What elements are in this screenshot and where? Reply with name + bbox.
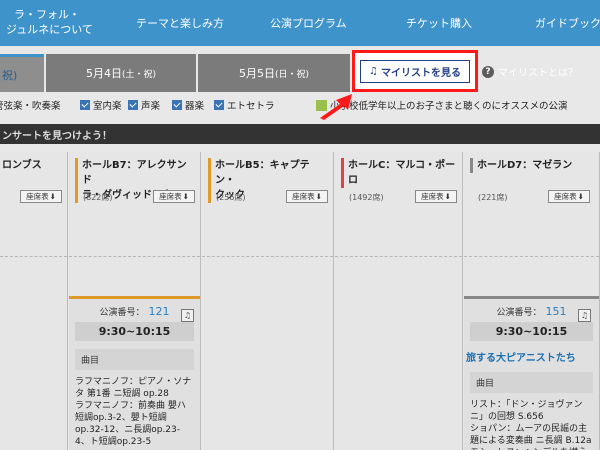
hall-name-line1: ホールC：マルコ・ポーロ (348, 160, 456, 186)
hall-name-line1: ロンブス (2, 160, 42, 171)
nav-about-line1: ラ・フォル・ (14, 8, 80, 21)
section-bar-title: ンサートを見つけよう！ (2, 130, 112, 142)
tab-may-4-sub: (土・祝) (121, 69, 157, 80)
download-icon: ⬇ (577, 192, 584, 201)
filter-chamber[interactable]: 室内楽 (80, 98, 122, 112)
nav-about[interactable]: ラ・フォル・ ジュルネについて (6, 0, 93, 46)
nav-about-line2: ジュルネについて (6, 23, 93, 36)
event-number-label: 公演番号： (99, 308, 145, 318)
download-icon: ⬇ (182, 192, 189, 201)
seating-chart-button[interactable]: 座席表 ⬇ (153, 190, 195, 203)
divider (335, 256, 462, 257)
genre-filters: 管弦楽・吹奏楽 室内楽 声楽 器楽 エトセトラ 小学校低学年以上のお子さまと聴く… (0, 98, 600, 116)
event-time: 9:30~10:15 (75, 322, 194, 341)
filter-orchestra[interactable]: 管弦楽・吹奏楽 (0, 98, 61, 112)
filter-etcetera[interactable]: エトセトラ (214, 98, 275, 112)
hall-name-line1: ホールD7：マゼラン (477, 160, 573, 171)
music-note-icon: ♫ (369, 65, 378, 77)
hall-seats: (822席) (83, 193, 113, 202)
hall-seats: (221席) (478, 193, 508, 202)
hall-seats: (1492席) (349, 193, 384, 202)
pieces-header: 曲目 (470, 372, 593, 393)
filter-vocal[interactable]: 声楽 (128, 98, 160, 112)
hall-column: ホールB7：アレクサンド ラ・ダヴィッド・ネール (822席) 座席表 ⬇ 公演番… (69, 152, 201, 450)
hall-name-line1: ホールB7：アレクサンド (82, 160, 187, 186)
divider (464, 256, 599, 257)
seating-chart-label: 座席表 (421, 192, 444, 201)
divider (0, 256, 67, 257)
tab-may-5-label: 5月5日 (238, 67, 275, 80)
red-arrow-icon (320, 94, 352, 120)
hall-name: ロンブス (2, 158, 63, 173)
download-icon: ⬇ (444, 192, 451, 201)
pieces-text: リスト：「ドン・ジョヴァンニ」の回想 S.656 ショパン：ムーアの民謡の主題に… (470, 400, 592, 450)
divider (69, 256, 200, 257)
hall-name: ホールD7：マゼラン (470, 158, 595, 173)
view-mylist-label: マイリストを見る (380, 67, 461, 79)
mylist-highlight: ♫ マイリストを見る (352, 50, 478, 92)
mylist-help-link[interactable]: ? マイリストとは？ (482, 64, 578, 79)
event-card[interactable]: 公演番号： 151 ♫ 9:30~10:15 旅する大ピアニストたち 曲目 リスト… (464, 296, 599, 450)
seating-chart-label: 座席表 (159, 192, 182, 201)
event-card[interactable]: 公演番号： 121 ♫ 9:30~10:15 曲目 ラフマニノフ：ピアノ・ソナタ … (69, 296, 200, 450)
filter-instrumental[interactable]: 器楽 (172, 98, 204, 112)
hall-column: ホールD7：マゼラン (221席) 座席表 ⬇ 公演番号： 151 ♫ 9:30~1… (464, 152, 600, 450)
checkbox-icon (80, 100, 90, 110)
tab-day-3[interactable]: 祝) (0, 54, 44, 92)
hall-column: ロンブス 座席表 ⬇ (0, 152, 68, 450)
seating-chart-label: 座席表 (292, 192, 315, 201)
hall-name: ホールC：マルコ・ポーロ (341, 158, 458, 188)
download-icon: ⬇ (49, 192, 56, 201)
nav-ticket[interactable]: チケット購入 (406, 0, 472, 46)
seating-chart-button[interactable]: 座席表 ⬇ (286, 190, 328, 203)
filter-chamber-label: 室内楽 (93, 101, 122, 112)
hall-seats: (256席) (216, 193, 246, 202)
checkbox-icon (214, 100, 224, 110)
tab-may-4-label: 5月4日 (85, 67, 122, 80)
add-to-mylist-icon[interactable]: ♫ (181, 309, 194, 322)
hall-column: ホールC：マルコ・ポーロ (1492席) 座席表 ⬇ (335, 152, 463, 450)
filter-kids-label: 小学校低学年以上のお子さまと聴くのにオススメの公演 (330, 101, 568, 112)
checkbox-icon (128, 100, 138, 110)
event-number-value[interactable]: 151 (546, 305, 567, 318)
pieces-text: ラフマニノフ：ピアノ・ソナタ 第1番 ニ短調 op.28 ラフマニノフ：前奏曲 … (75, 377, 192, 447)
section-bar: ンサートを見つけよう！ (0, 124, 600, 144)
mylist-help-label: マイリストとは？ (498, 68, 578, 79)
add-to-mylist-icon[interactable]: ♫ (578, 309, 591, 322)
tab-may-5-sub: (日・祝) (274, 69, 310, 80)
filter-instrumental-label: 器楽 (185, 101, 205, 112)
seating-chart-button[interactable]: 座席表 ⬇ (20, 190, 62, 203)
top-nav: ラ・フォル・ ジュルネについて テーマと楽しみ方 公演プログラム チケット購入 … (0, 0, 600, 46)
divider (202, 256, 333, 257)
seating-chart-button[interactable]: 座席表 ⬇ (415, 190, 457, 203)
nav-theme[interactable]: テーマと楽しみ方 (136, 0, 224, 46)
tab-day-3-label: 祝) (2, 68, 18, 82)
seating-chart-label: 座席表 (26, 192, 49, 201)
seating-chart-label: 座席表 (554, 192, 577, 201)
event-title[interactable]: 旅する大ピアニストたち (466, 349, 597, 364)
download-icon: ⬇ (315, 192, 322, 201)
event-time: 9:30~10:15 (470, 322, 593, 341)
filter-etcetera-label: エトセトラ (227, 101, 275, 112)
tab-may-4[interactable]: 5月4日 (土・祝) (46, 54, 196, 92)
question-icon: ? (482, 65, 494, 78)
nav-guidebook[interactable]: ガイドブック (535, 0, 600, 46)
nav-program[interactable]: 公演プログラム (270, 0, 347, 46)
seating-chart-button[interactable]: 座席表 ⬇ (548, 190, 590, 203)
event-number-value[interactable]: 121 (149, 305, 170, 318)
view-mylist-button[interactable]: ♫ マイリストを見る (360, 59, 470, 83)
event-number-label: 公演番号： (496, 308, 542, 318)
hall-column: ホールB5：キャプテン・ クック (256席) 座席表 ⬇ (202, 152, 334, 450)
pieces-header: 曲目 (75, 349, 194, 370)
checkbox-icon (172, 100, 182, 110)
filter-vocal-label: 声楽 (141, 101, 161, 112)
filter-orchestra-label: 管弦楽・吹奏楽 (0, 101, 61, 112)
tab-may-5[interactable]: 5月5日 (日・祝) (198, 54, 350, 92)
hall-name-line1: ホールB5：キャプテン・ (215, 160, 310, 186)
